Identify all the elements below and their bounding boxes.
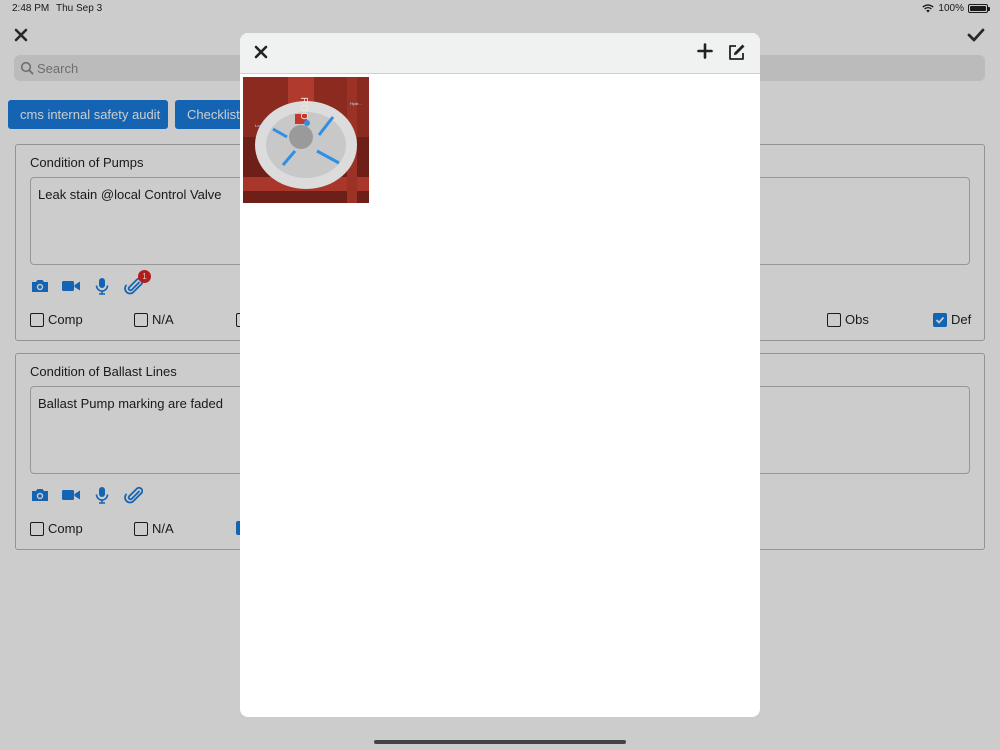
- edit-icon[interactable]: [727, 43, 746, 62]
- photo-label: Hydr...: [350, 101, 362, 106]
- home-indicator: [374, 740, 626, 744]
- photo-label: RGO: [298, 97, 309, 120]
- attachment-thumbnail[interactable]: RGO Local Con... Hydr...: [243, 77, 369, 203]
- attachments-modal: RGO Local Con... Hydr...: [240, 33, 760, 717]
- photo-label: Local Con...: [255, 123, 276, 128]
- photo-image: RGO Local Con... Hydr...: [243, 77, 369, 203]
- plus-icon[interactable]: [697, 43, 713, 59]
- close-icon[interactable]: [253, 44, 269, 60]
- modal-header: [240, 33, 760, 74]
